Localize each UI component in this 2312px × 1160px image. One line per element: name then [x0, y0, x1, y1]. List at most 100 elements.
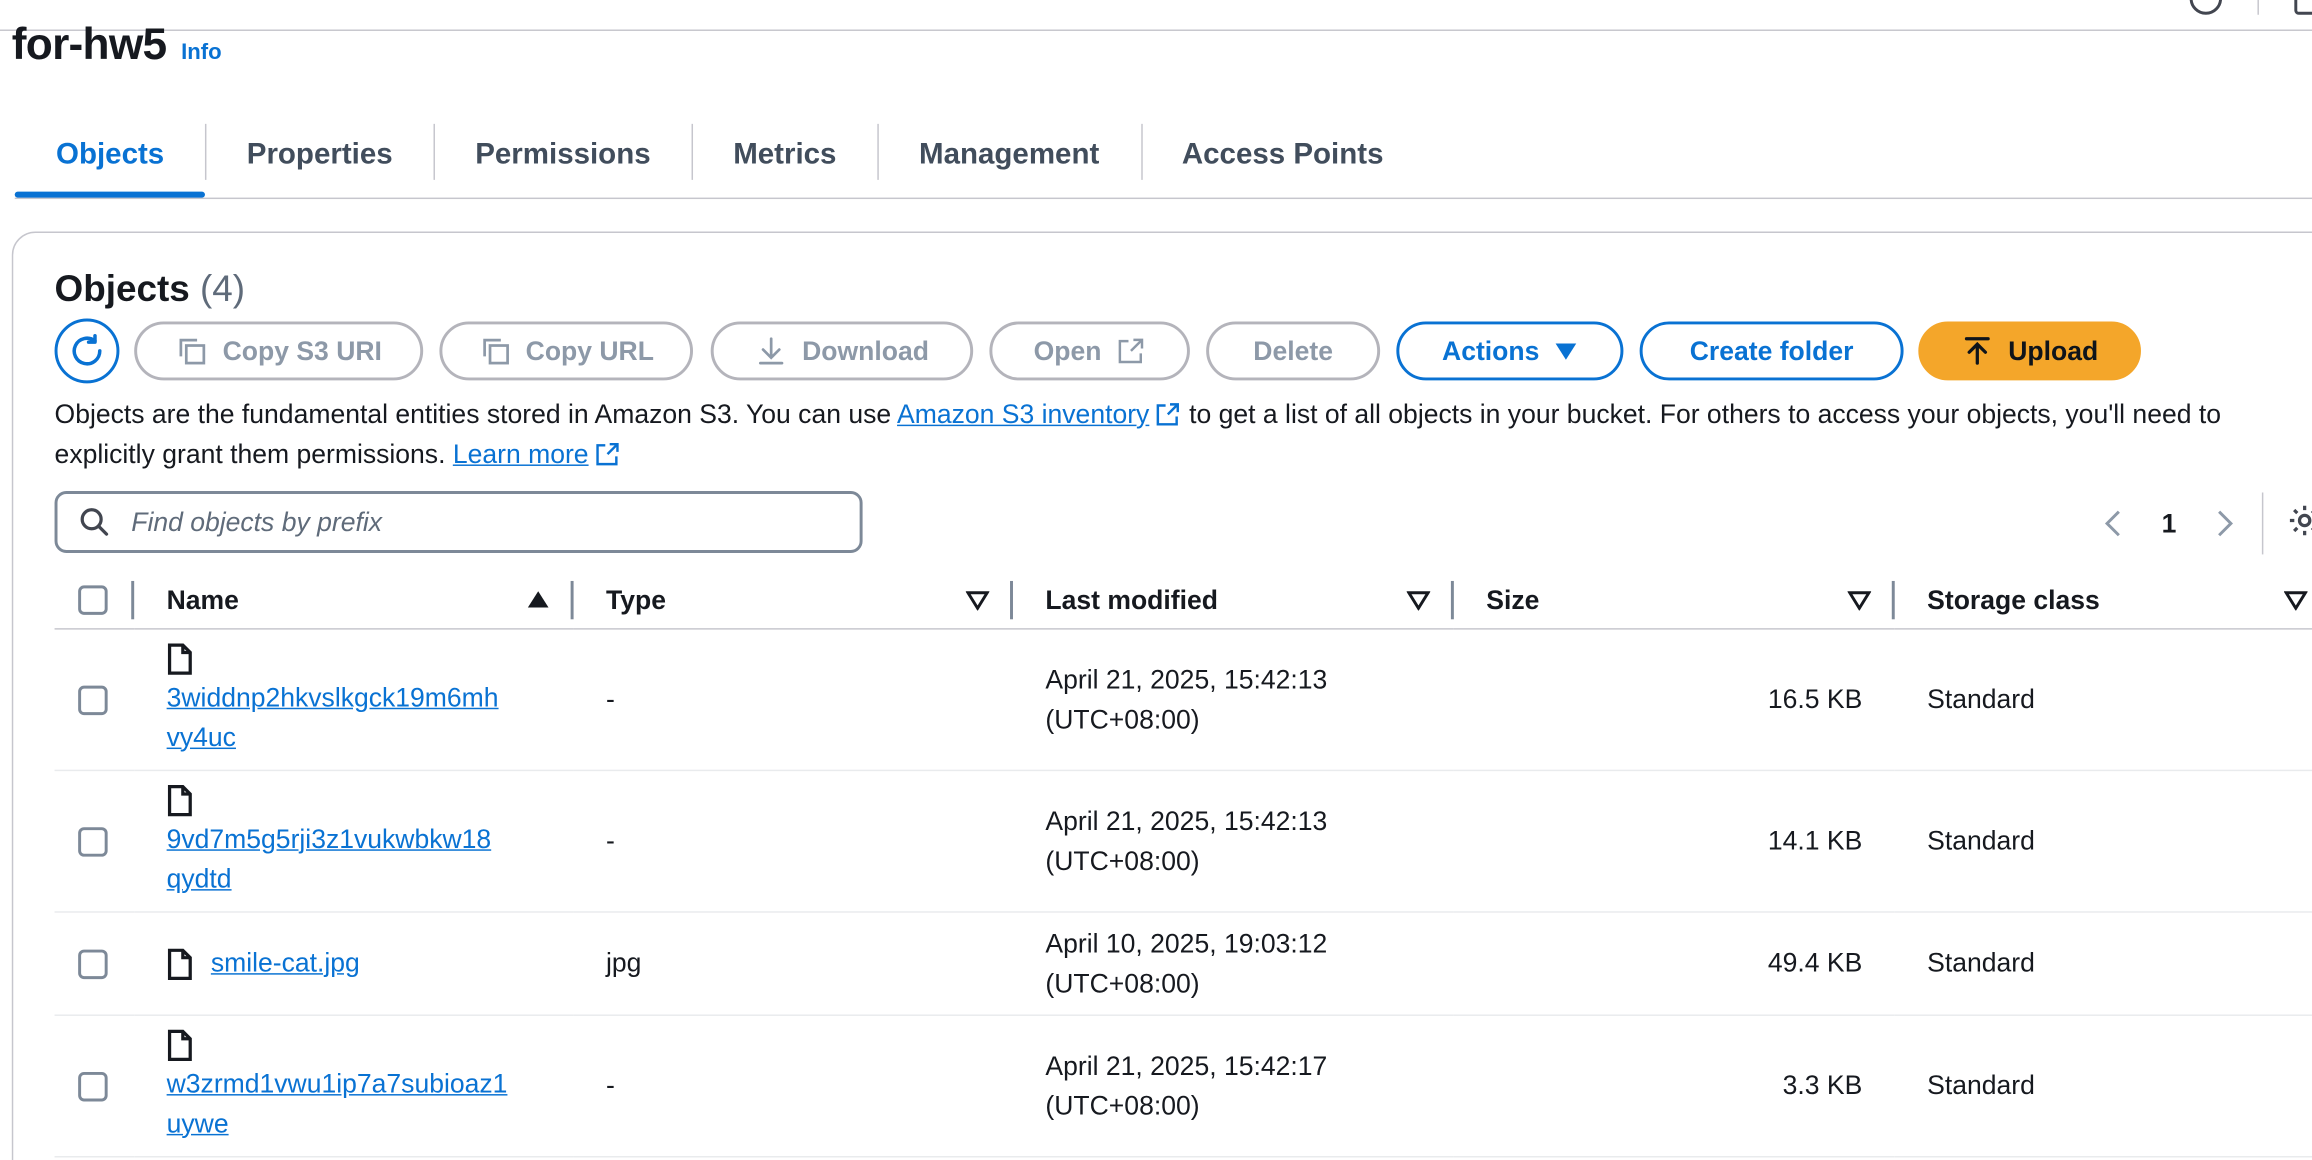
chevron-right-icon: [2218, 510, 2234, 537]
row-checkbox[interactable]: [78, 1071, 108, 1101]
object-name-part: 9vd7m5g5rji3z1vukwbkw18: [166, 823, 492, 853]
tab-management[interactable]: Management: [877, 115, 1141, 195]
modified-timezone: (UTC+08:00): [1045, 845, 1200, 876]
download-icon: [758, 337, 784, 365]
copy-s3-uri-label: Copy S3 URI: [222, 335, 382, 365]
row-checkbox[interactable]: [78, 684, 108, 715]
external-link-icon: [596, 442, 619, 466]
column-header-label: Size: [1486, 584, 1540, 615]
modified-date: April 10, 2025, 19:03:12: [1045, 928, 1328, 958]
page-number[interactable]: 1: [2129, 508, 2209, 539]
column-header-label: Last modified: [1045, 584, 1218, 615]
next-page-button[interactable]: [2209, 507, 2241, 539]
object-name-link[interactable]: 3widdnp2hkvslkgck19m6mh vy4uc: [167, 682, 499, 751]
refresh-button[interactable]: [54, 318, 120, 384]
tab-bar: Objects Properties Permissions Metrics M…: [14, 115, 2312, 200]
objects-count: (4): [200, 268, 246, 310]
storage-class: Standard: [1927, 825, 2035, 856]
object-name-link[interactable]: smile-cat.jpg: [211, 944, 360, 984]
sort-icon[interactable]: [2284, 590, 2308, 611]
modified-timezone: (UTC+08:00): [1045, 704, 1200, 734]
column-header-storage-class[interactable]: Storage class: [1894, 572, 2312, 630]
object-name-part: qydtd: [166, 863, 232, 893]
column-header-name[interactable]: Name: [134, 572, 574, 630]
object-name-part: vy4uc: [166, 721, 236, 752]
external-link-icon: [1157, 403, 1180, 426]
learn-more-link[interactable]: Learn more: [453, 439, 589, 468]
column-header-last-modified[interactable]: Last modified: [1012, 572, 1454, 630]
objects-heading: Objects (4): [55, 268, 246, 311]
panel-icon[interactable]: [2294, 0, 2312, 15]
storage-class: Standard: [1927, 1070, 2035, 1100]
sort-icon[interactable]: [965, 590, 990, 611]
refresh-icon: [72, 333, 102, 366]
search-box: [54, 491, 863, 553]
external-link-icon: [1118, 338, 1144, 364]
table-row[interactable]: 3widdnp2hkvslkgck19m6mh vy4uc - April 21,…: [54, 628, 2312, 772]
tab-access-points[interactable]: Access Points: [1140, 115, 1425, 195]
tab-properties[interactable]: Properties: [205, 115, 433, 195]
modified-date: April 21, 2025, 15:42:17: [1045, 1050, 1328, 1081]
object-type: -: [606, 684, 615, 714]
copy-s3-uri-button[interactable]: Copy S3 URI: [134, 321, 424, 381]
column-header-type[interactable]: Type: [573, 572, 1013, 630]
divider: [2257, 0, 2259, 15]
caret-down-icon: [1555, 343, 1577, 360]
object-type: -: [606, 825, 615, 856]
delete-label: Delete: [1253, 335, 1333, 365]
chevron-left-icon: [2104, 510, 2120, 537]
table-row[interactable]: w3zrmd1vwu1ip7a7subioaz1 uywe - April 21,…: [54, 1015, 2312, 1158]
sort-ascending-icon[interactable]: [526, 590, 550, 611]
delete-button[interactable]: Delete: [1206, 321, 1381, 381]
upload-button[interactable]: Upload: [1918, 321, 2141, 381]
tab-permissions[interactable]: Permissions: [433, 115, 692, 195]
file-icon: [167, 784, 192, 816]
column-header-label: Name: [166, 584, 239, 615]
object-size: 3.3 KB: [1782, 1070, 1863, 1100]
objects-title: Objects: [54, 268, 190, 310]
preferences-button[interactable]: [2287, 502, 2312, 545]
modified-timezone: (UTC+08:00): [1045, 1090, 1200, 1120]
object-name-part: uywe: [166, 1108, 229, 1138]
objects-description: Objects are the fundamental entities sto…: [55, 395, 2304, 475]
objects-toolbar: Copy S3 URI Copy URL Download Open Delet…: [54, 318, 2267, 386]
previous-page-button[interactable]: [2097, 507, 2129, 539]
object-name-link[interactable]: 9vd7m5g5rji3z1vukwbkw18 qydtd: [167, 824, 492, 893]
table-row[interactable]: 9vd7m5g5rji3z1vukwbkw18 qydtd - April 21,…: [54, 770, 2312, 913]
gear-icon: [2289, 505, 2312, 535]
create-folder-button[interactable]: Create folder: [1639, 321, 1904, 381]
open-button[interactable]: Open: [989, 321, 1190, 381]
upload-icon: [1964, 337, 1990, 365]
info-link[interactable]: Info: [181, 40, 222, 65]
help-icon[interactable]: [2189, 0, 2223, 15]
pagination: 1: [2097, 492, 2312, 555]
upload-label: Upload: [2008, 335, 2099, 365]
s3-inventory-link[interactable]: Amazon S3 inventory: [897, 400, 1149, 429]
file-icon: [167, 1029, 192, 1061]
modified-date: April 21, 2025, 15:42:13: [1045, 805, 1328, 836]
table-row[interactable]: smile-cat.jpg jpg April 10, 2025, 19:03:…: [54, 911, 2312, 1016]
copy-icon: [482, 338, 509, 365]
create-folder-label: Create folder: [1689, 335, 1854, 365]
tab-metrics[interactable]: Metrics: [691, 115, 878, 195]
row-checkbox[interactable]: [78, 826, 108, 856]
column-header-size[interactable]: Size: [1453, 572, 1895, 630]
actions-dropdown[interactable]: Actions: [1396, 321, 1624, 381]
row-checkbox[interactable]: [78, 948, 108, 979]
column-header-label: Type: [606, 584, 667, 615]
sort-icon[interactable]: [1406, 590, 1431, 611]
sort-icon[interactable]: [1847, 590, 1872, 611]
search-input[interactable]: [128, 505, 813, 539]
storage-class: Standard: [1927, 684, 2035, 714]
object-type: jpg: [606, 948, 642, 978]
select-all-checkbox[interactable]: [78, 585, 108, 615]
copy-url-button[interactable]: Copy URL: [439, 321, 694, 381]
open-label: Open: [1033, 335, 1102, 365]
actions-label: Actions: [1442, 335, 1540, 365]
storage-class: Standard: [1927, 948, 2035, 978]
tab-objects[interactable]: Objects: [14, 115, 207, 198]
modified-date: April 21, 2025, 15:42:13: [1045, 664, 1328, 694]
object-name-link[interactable]: w3zrmd1vwu1ip7a7subioaz1 uywe: [167, 1068, 508, 1137]
download-button[interactable]: Download: [710, 321, 974, 381]
copy-url-label: Copy URL: [525, 335, 654, 365]
